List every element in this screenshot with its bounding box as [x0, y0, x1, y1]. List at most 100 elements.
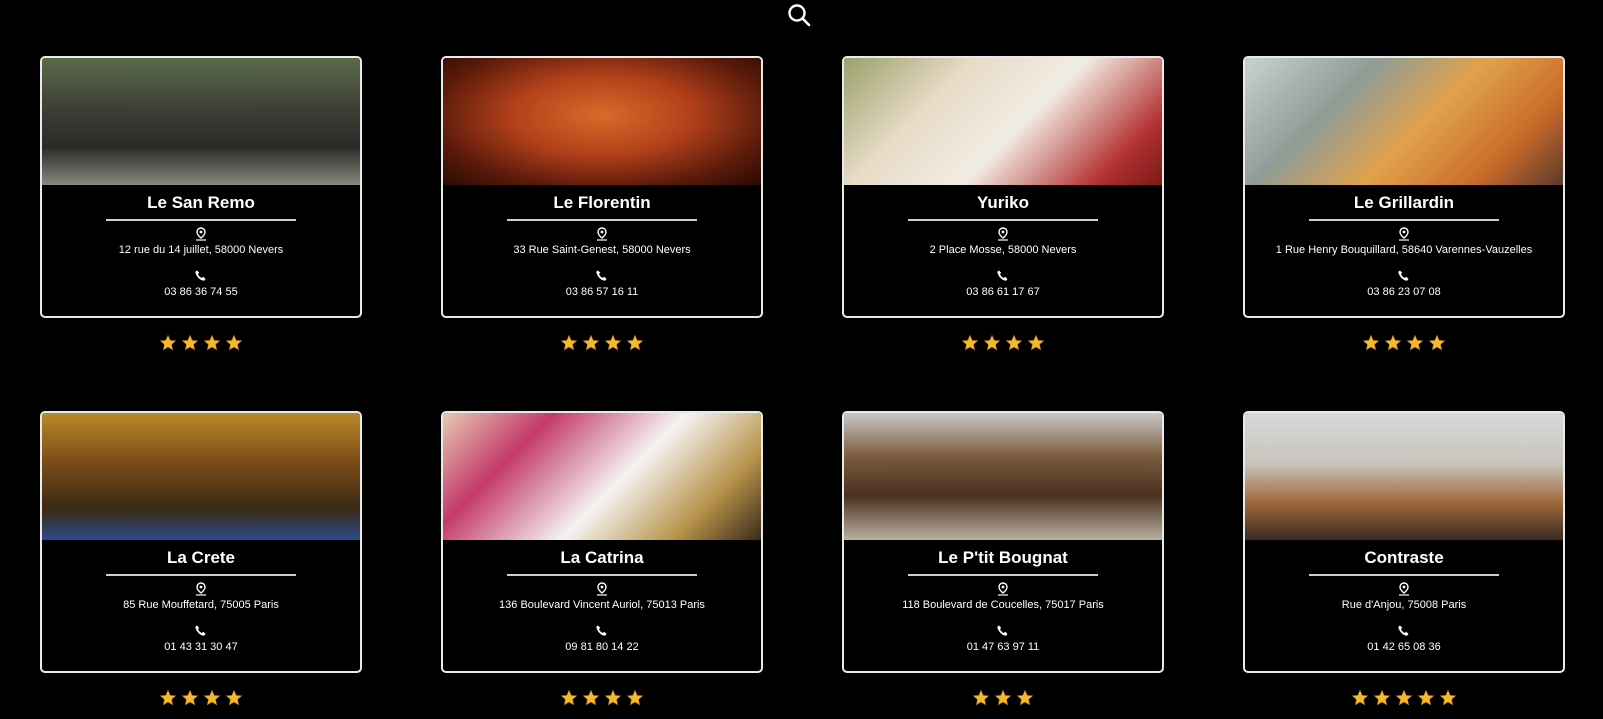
star-icon: [604, 334, 622, 352]
restaurant-cell: Le P'tit Bougnat 118 Boulevard de Coucel…: [842, 411, 1164, 711]
restaurant-photo: [443, 58, 761, 185]
restaurant-cell: Yuriko 2 Place Mosse, 58000 Nevers 03 86…: [842, 56, 1164, 356]
location-pin-icon: [194, 227, 208, 241]
restaurant-card[interactable]: Le San Remo 12 rue du 14 juillet, 58000 …: [40, 56, 362, 318]
restaurant-name: Le Grillardin: [1353, 193, 1455, 212]
star-icon: [604, 689, 622, 707]
star-icon: [1027, 334, 1045, 352]
location-pin-icon: [595, 582, 609, 596]
divider: [1309, 574, 1499, 576]
restaurant-name: Yuriko: [977, 193, 1029, 212]
star-icon: [1351, 689, 1369, 707]
star-rating: [40, 334, 362, 356]
star-icon: [1016, 689, 1034, 707]
star-icon: [582, 334, 600, 352]
restaurant-phone: 03 86 61 17 67: [966, 286, 1040, 298]
restaurant-address: 1 Rue Henry Bouquillard, 58640 Varennes-…: [1275, 244, 1533, 256]
location-pin-icon: [996, 582, 1010, 596]
star-icon: [181, 334, 199, 352]
restaurant-photo: [42, 413, 360, 540]
restaurant-card[interactable]: Le Grillardin 1 Rue Henry Bouquillard, 5…: [1243, 56, 1565, 318]
star-icon: [225, 689, 243, 707]
divider: [1309, 219, 1499, 221]
star-icon: [159, 334, 177, 352]
location-pin-icon: [595, 227, 609, 241]
restaurant-photo: [844, 58, 1162, 185]
restaurant-phone: 03 86 57 16 11: [565, 286, 639, 298]
phone-icon: [194, 624, 208, 638]
restaurant-address: 118 Boulevard de Coucelles, 75017 Paris: [902, 599, 1104, 611]
star-icon: [1005, 334, 1023, 352]
restaurant-address: Rue d'Anjou, 75008 Paris: [1341, 599, 1467, 611]
restaurant-card[interactable]: La Crete 85 Rue Mouffetard, 75005 Paris …: [40, 411, 362, 673]
divider: [507, 574, 697, 576]
divider: [106, 219, 296, 221]
star-icon: [626, 689, 644, 707]
star-icon: [626, 334, 644, 352]
star-icon: [972, 689, 990, 707]
star-icon: [1439, 689, 1457, 707]
restaurant-cell: Le San Remo 12 rue du 14 juillet, 58000 …: [40, 56, 362, 356]
divider: [908, 219, 1098, 221]
star-icon: [1428, 334, 1446, 352]
restaurant-phone: 01 43 31 30 47: [164, 641, 238, 653]
location-pin-icon: [194, 582, 208, 596]
star-icon: [1395, 689, 1413, 707]
restaurant-address: 136 Boulevard Vincent Auriol, 75013 Pari…: [499, 599, 705, 611]
star-icon: [994, 689, 1012, 707]
restaurant-address: 85 Rue Mouffetard, 75005 Paris: [123, 599, 279, 611]
star-icon: [203, 334, 221, 352]
restaurant-name: La Crete: [166, 548, 236, 567]
location-pin-icon: [1397, 227, 1411, 241]
phone-icon: [1397, 624, 1411, 638]
restaurant-phone: 01 47 63 97 11: [966, 641, 1040, 653]
restaurant-address: 12 rue du 14 juillet, 58000 Nevers: [118, 244, 284, 256]
restaurant-photo: [1245, 413, 1563, 540]
restaurant-cell: Contraste Rue d'Anjou, 75008 Paris 01 42…: [1243, 411, 1565, 711]
star-icon: [1373, 689, 1391, 707]
divider: [908, 574, 1098, 576]
star-rating: [40, 689, 362, 711]
star-rating: [842, 334, 1164, 356]
phone-icon: [194, 269, 208, 283]
restaurant-phone: 03 86 23 07 08: [1367, 286, 1441, 298]
star-icon: [1362, 334, 1380, 352]
restaurant-card[interactable]: La Catrina 136 Boulevard Vincent Auriol,…: [441, 411, 763, 673]
star-icon: [582, 689, 600, 707]
restaurant-cell: La Crete 85 Rue Mouffetard, 75005 Paris …: [40, 411, 362, 711]
restaurant-grid: Le San Remo 12 rue du 14 juillet, 58000 …: [0, 0, 1603, 719]
phone-icon: [595, 269, 609, 283]
restaurant-name: Contraste: [1364, 548, 1444, 567]
restaurant-name: Le P'tit Bougnat: [938, 548, 1068, 567]
restaurant-card[interactable]: Yuriko 2 Place Mosse, 58000 Nevers 03 86…: [842, 56, 1164, 318]
restaurant-card[interactable]: Contraste Rue d'Anjou, 75008 Paris 01 42…: [1243, 411, 1565, 673]
restaurant-card[interactable]: Le P'tit Bougnat 118 Boulevard de Coucel…: [842, 411, 1164, 673]
restaurant-photo: [1245, 58, 1563, 185]
star-rating: [1243, 689, 1565, 711]
restaurant-name: Le San Remo: [147, 193, 255, 212]
restaurant-address: 2 Place Mosse, 58000 Nevers: [929, 244, 1077, 256]
restaurant-photo: [42, 58, 360, 185]
restaurant-cell: La Catrina 136 Boulevard Vincent Auriol,…: [441, 411, 763, 711]
restaurant-name: La Catrina: [560, 548, 644, 567]
star-icon: [560, 689, 578, 707]
star-icon: [1406, 334, 1424, 352]
restaurant-phone: 01 42 65 08 36: [1367, 641, 1441, 653]
star-icon: [181, 689, 199, 707]
divider: [106, 574, 296, 576]
star-icon: [159, 689, 177, 707]
location-pin-icon: [996, 227, 1010, 241]
star-icon: [1384, 334, 1402, 352]
location-pin-icon: [1397, 582, 1411, 596]
star-icon: [961, 334, 979, 352]
star-icon: [203, 689, 221, 707]
restaurant-card[interactable]: Le Florentin 33 Rue Saint-Genest, 58000 …: [441, 56, 763, 318]
restaurant-cell: Le Florentin 33 Rue Saint-Genest, 58000 …: [441, 56, 763, 356]
restaurant-phone: 09 81 80 14 22: [565, 641, 639, 653]
star-rating: [842, 689, 1164, 711]
restaurant-address: 33 Rue Saint-Genest, 58000 Nevers: [513, 244, 691, 256]
restaurant-name: Le Florentin: [553, 193, 651, 212]
restaurant-photo: [443, 413, 761, 540]
star-icon: [560, 334, 578, 352]
star-icon: [225, 334, 243, 352]
